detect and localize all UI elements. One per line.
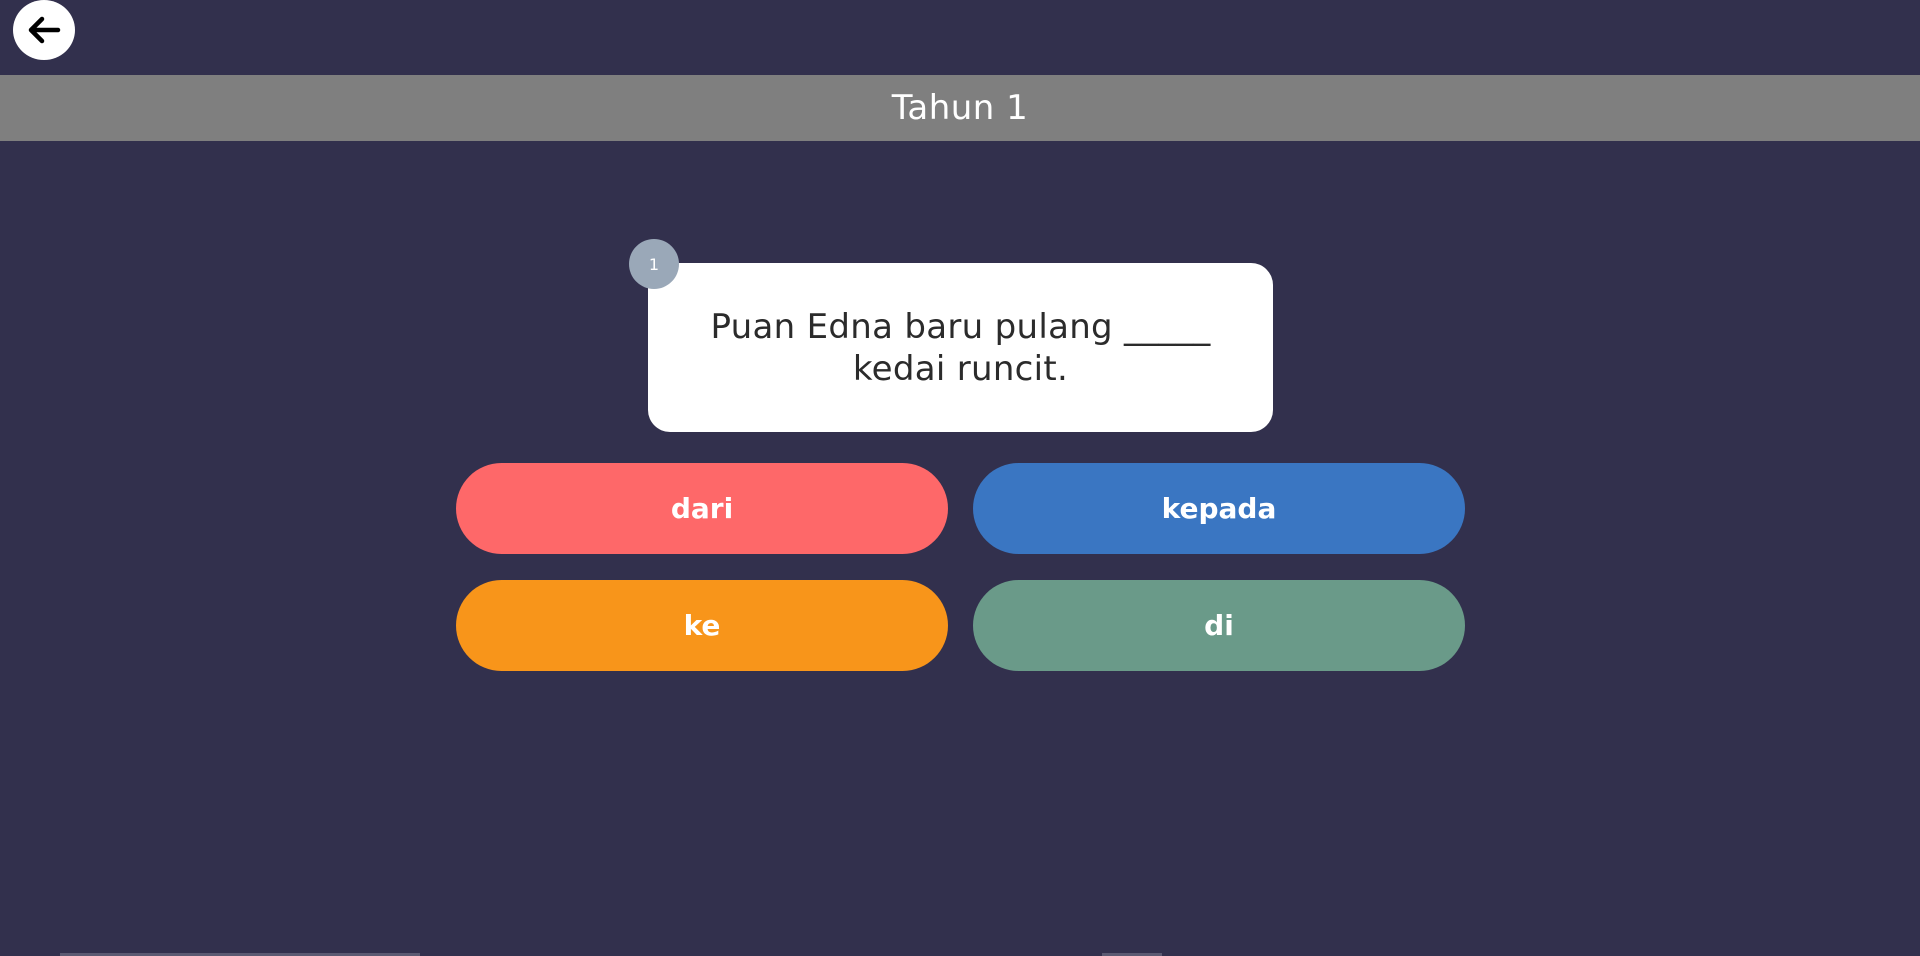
arrow-left-icon: [28, 16, 61, 44]
page-title: Tahun 1: [891, 88, 1029, 128]
question-text: Puan Edna baru pulang _____ kedai runcit…: [710, 306, 1211, 389]
back-button[interactable]: [13, 0, 75, 60]
answer-option-di[interactable]: di: [973, 580, 1465, 671]
question-card: Puan Edna baru pulang _____ kedai runcit…: [648, 263, 1273, 432]
answer-option-kepada[interactable]: kepada: [973, 463, 1465, 554]
quiz-screen: Tahun 1 Puan Edna baru pulang _____ keda…: [0, 0, 1920, 956]
answer-option-dari[interactable]: dari: [456, 463, 948, 554]
question-number-badge: 1: [629, 239, 679, 289]
title-bar: Tahun 1: [0, 75, 1920, 141]
answer-option-ke[interactable]: ke: [456, 580, 948, 671]
